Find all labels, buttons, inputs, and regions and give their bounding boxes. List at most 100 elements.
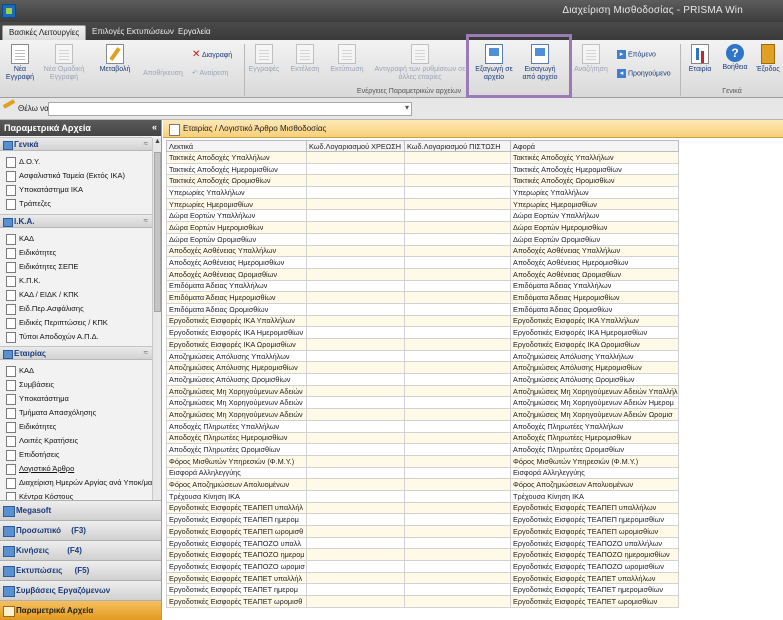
table-row[interactable]: Εργοδοτικές Εισφορές ΤΕΑΠΕΤ υπαλλήλ Εργοδ… bbox=[166, 571, 679, 585]
table-row[interactable]: Αποδοχές Πληρωτέες Ωρομισθίων Αποδοχές Πλ… bbox=[166, 443, 679, 456]
nav-personnel[interactable]: Προσωπικό (F3) bbox=[0, 520, 161, 540]
table-cell[interactable]: Εισφορά Αλληλεγγύης bbox=[166, 466, 307, 480]
table-cell[interactable] bbox=[404, 279, 511, 293]
table-cell[interactable] bbox=[404, 454, 511, 468]
table-row[interactable]: Εργοδοτικές Εισφορές ΤΕΑΠΕΠ ωρομισθ Εργοδ… bbox=[166, 525, 679, 538]
table-cell[interactable] bbox=[404, 548, 511, 562]
table-cell[interactable] bbox=[306, 454, 405, 468]
table-cell[interactable]: Αποδοχές Πληρωτέες Υπαλλήλων bbox=[510, 419, 679, 433]
sidebar-item[interactable]: Ειδικότητες bbox=[6, 420, 152, 433]
table-row[interactable]: Αποδοχές Πληρωτέες Υπαλλήλων Αποδοχές Πλη… bbox=[166, 419, 679, 433]
table-row[interactable]: Επιδόματα Άδειας Ημερομισθίων Επιδόματα Ά… bbox=[166, 291, 679, 304]
table-cell[interactable]: Αποδοχές Ασθένειας Ωρομισθίων bbox=[166, 267, 307, 281]
table-cell[interactable]: Επιδόματα Άδειας Υπαλλήλων bbox=[510, 279, 679, 293]
sidebar-item[interactable]: Υποκατάστημα bbox=[6, 392, 152, 405]
save-button[interactable]: Αποθήκευση bbox=[140, 70, 186, 78]
table-cell[interactable]: Τακτικές Αποδοχές Ωρομισθίων bbox=[166, 174, 307, 188]
table-cell[interactable] bbox=[306, 232, 405, 246]
table-cell[interactable]: Αποζημιώσεις Μη Χορηγούμενων Αδειών bbox=[166, 408, 307, 421]
sidebar-scrollbar[interactable]: ▲ ▼ bbox=[152, 138, 161, 516]
table-cell[interactable]: Επιδόματα Άδειας Ημερομισθίων bbox=[510, 291, 679, 304]
nav-transactions[interactable]: Κινήσεις (F4) bbox=[0, 540, 161, 560]
table-cell[interactable] bbox=[404, 478, 511, 491]
table-cell[interactable]: Τακτικές Αποδοχές Υπαλλήλων bbox=[166, 151, 307, 164]
table-cell[interactable] bbox=[306, 361, 405, 375]
sidebar-item[interactable]: Ασφαλιστικά Ταμεία (Εκτός ΙΚΑ) bbox=[6, 169, 152, 182]
table-cell[interactable]: Επιδόματα Άδειας Ωρομισθίων bbox=[510, 302, 679, 316]
table-cell[interactable]: Δώρα Εορτών Ωρομισθίων bbox=[510, 232, 679, 246]
table-cell[interactable] bbox=[404, 560, 511, 573]
collapse-icon[interactable]: « bbox=[152, 122, 157, 132]
table-cell[interactable] bbox=[306, 384, 405, 398]
table-cell[interactable]: Αποζημιώσεις Μη Χορηγούμενων Αδειών bbox=[166, 384, 307, 398]
table-row[interactable]: Αποζημιώσεις Μη Χορηγούμενων Αδειών Αποζη… bbox=[166, 396, 679, 410]
table-cell[interactable]: Αποδοχές Ασθένειας Υπαλλήλων bbox=[510, 244, 679, 258]
table-cell[interactable] bbox=[306, 396, 405, 410]
table-cell[interactable]: Εργοδοτικές Εισφορές ΤΕΑΠΟΖΟ υπαλλήλων bbox=[510, 536, 679, 550]
table-cell[interactable]: Αποζημιώσεις Απόλυσης Ημερομισθίων bbox=[510, 361, 679, 375]
table-cell[interactable] bbox=[404, 489, 511, 503]
table-cell[interactable] bbox=[306, 221, 405, 234]
scroll-up-icon[interactable]: ▲ bbox=[153, 138, 161, 148]
table-cell[interactable] bbox=[306, 209, 405, 223]
table-cell[interactable] bbox=[306, 151, 405, 164]
table-cell[interactable] bbox=[306, 408, 405, 421]
table-cell[interactable]: Αποδοχές Πληρωτέες Ημερομισθίων bbox=[166, 431, 307, 445]
table-row[interactable]: Φόρος Μισθωτών Υπηρεσιών (Φ.Μ.Υ.) Φόρος Μ… bbox=[166, 454, 679, 468]
table-cell[interactable]: Εργοδοτικές Εισφορές ΤΕΑΠΕΠ ημερομ bbox=[166, 513, 307, 526]
table-cell[interactable]: Εργοδοτικές Εισφορές ΙΚΑ Ωρομισθίων bbox=[510, 338, 679, 351]
sidebar-item[interactable]: Δ.Ο.Υ. bbox=[6, 155, 152, 168]
table-row[interactable]: Αποδοχές Ασθένειας Υπαλλήλων Αποδοχές Ασθ… bbox=[166, 244, 679, 258]
sidebar-item-accounting-entry[interactable]: Λογιστικό Άρθρο bbox=[6, 462, 152, 475]
section-general[interactable]: Γενικά ≈ bbox=[0, 137, 152, 151]
sidebar-item[interactable]: ΚΑΔ / ΕΙΔΚ / ΚΠΚ bbox=[6, 288, 152, 301]
table-cell[interactable]: Φόρος Μισθωτών Υπηρεσιών (Φ.Μ.Υ.) bbox=[510, 454, 679, 468]
table-row[interactable]: Δώρα Εορτών Ημερομισθίων Δώρα Εορτών Ημερ… bbox=[166, 221, 679, 234]
search-button[interactable]: Αναζήτηση bbox=[572, 44, 610, 74]
table-cell[interactable]: Αποζημιώσεις Απόλυσης Ημερομισθίων bbox=[166, 361, 307, 375]
table-cell[interactable]: Υπερωρίες Ημερομισθίων bbox=[510, 197, 679, 211]
table-cell[interactable] bbox=[306, 513, 405, 526]
table-cell[interactable]: Εργοδοτικές Εισφορές ΤΕΑΠΟΖΟ ημερομισθίω… bbox=[510, 548, 679, 562]
nav-employee-contracts[interactable]: Συμβάσεις Εργαζόμενων bbox=[0, 580, 161, 600]
table-cell[interactable]: Υπερωρίες Υπαλλήλων bbox=[510, 186, 679, 199]
table-cell[interactable]: Αποδοχές Πληρωτέες Υπαλλήλων bbox=[166, 419, 307, 433]
table-cell[interactable]: Τακτικές Αποδοχές Ωρομισθίων bbox=[510, 174, 679, 188]
tab-tools[interactable]: Εργαλεία bbox=[172, 25, 216, 40]
table-cell[interactable] bbox=[404, 396, 511, 410]
table-cell[interactable]: Επιδόματα Άδειας Υπαλλήλων bbox=[166, 279, 307, 293]
table-cell[interactable]: Αποζημιώσεις Απόλυσης Υπαλλήλων bbox=[166, 349, 307, 363]
table-row[interactable]: Εργοδοτικές Εισφορές ΤΕΑΠΕΠ υπαλλήλ Εργοδ… bbox=[166, 501, 679, 515]
sidebar-item[interactable]: Λοιπές Κρατήσεις bbox=[6, 434, 152, 447]
table-cell[interactable] bbox=[404, 291, 511, 304]
table-row[interactable]: Επιδόματα Άδειας Ωρομισθίων Επιδόματα Άδε… bbox=[166, 302, 679, 316]
execute-button[interactable]: Εκτέλεση bbox=[288, 44, 322, 74]
table-cell[interactable] bbox=[404, 536, 511, 550]
table-cell[interactable] bbox=[404, 151, 511, 164]
previous-button[interactable]: ◂ Προηγούμενο bbox=[617, 69, 671, 78]
sidebar-item[interactable]: Ειδικότητες ΣΕΠΕ bbox=[6, 260, 152, 273]
table-row[interactable]: Εισφορά Αλληλεγγύης Εισφορά Αλληλεγγύης bbox=[166, 466, 679, 480]
table-cell[interactable]: Τρέχουσα Κίνηση ΙΚΑ bbox=[166, 489, 307, 503]
exit-button[interactable]: Έξοδος bbox=[754, 44, 782, 74]
column-header[interactable]: Αφορά bbox=[510, 140, 679, 152]
table-cell[interactable]: Υπερωρίες Υπαλλήλων bbox=[166, 186, 307, 199]
table-row[interactable]: Αποζημιώσεις Απόλυσης Ωρομισθίων Αποζημιώ… bbox=[166, 373, 679, 386]
section-ika[interactable]: Ι.Κ.Α. ≈ bbox=[0, 214, 152, 228]
nav-megasoft[interactable]: Megasoft bbox=[0, 500, 161, 520]
records-button[interactable]: Εγγραφές bbox=[246, 44, 282, 74]
table-row[interactable]: Αποδοχές Ασθένειας Ημερομισθίων Αποδοχές … bbox=[166, 256, 679, 269]
table-cell[interactable]: Εργοδοτικές Εισφορές ΤΕΑΠΕΠ ωρομισθ bbox=[166, 525, 307, 538]
table-cell[interactable]: Αποζημιώσεις Απόλυσης Υπαλλήλων bbox=[510, 349, 679, 363]
table-cell[interactable]: Εργοδοτικές Εισφορές ΤΕΑΠΕΠ υπαλλήλ bbox=[166, 501, 307, 515]
table-cell[interactable]: Εργοδοτικές Εισφορές ΤΕΑΠΟΖΟ υπαλλ bbox=[166, 536, 307, 550]
table-cell[interactable]: Εργοδοτικές Εισφορές ΤΕΑΠΕΤ ωρομισθ bbox=[166, 595, 307, 608]
help-button[interactable]: ? Βοήθεια bbox=[718, 44, 752, 72]
table-cell[interactable] bbox=[306, 548, 405, 562]
table-row[interactable]: Εργοδοτικές Εισφορές ΙΚΑ Ωρομισθίων Εργοδ… bbox=[166, 338, 679, 351]
table-row[interactable]: Αποζημιώσεις Απόλυσης Υπαλλήλων Αποζημιώσ… bbox=[166, 349, 679, 363]
table-cell[interactable]: Εργοδοτικές Εισφορές ΙΚΑ Υπαλλήλων bbox=[510, 314, 679, 328]
table-cell[interactable]: Δώρα Εορτών Υπαλλήλων bbox=[166, 209, 307, 223]
sidebar-item[interactable]: Ειδικότητες bbox=[6, 246, 152, 259]
table-cell[interactable]: Αποζημιώσεις Απόλυσης Ωρομισθίων bbox=[166, 373, 307, 386]
